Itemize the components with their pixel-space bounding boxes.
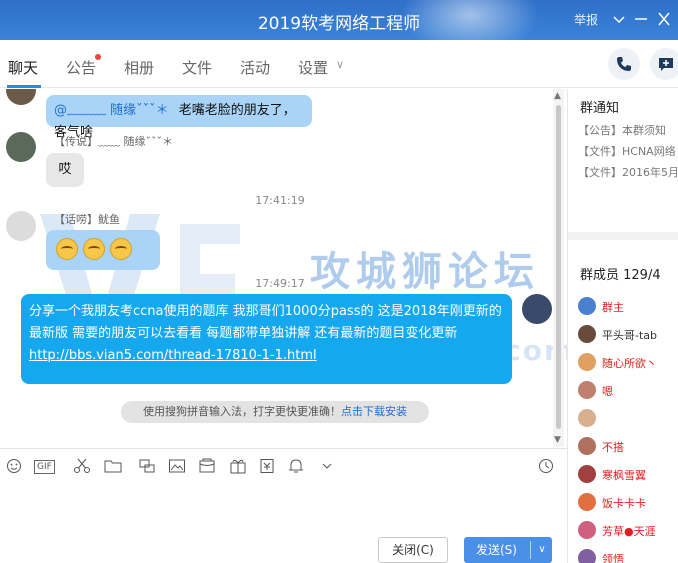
message-bubble: 分享一个我朋友考ccna使用的题库 我那哥们1000分pass的 这是2018年… bbox=[21, 294, 512, 384]
chat-area[interactable]: 攻城狮论坛 bbs.vlan5.com @﹏﹏﹏ 随缘ˇˇˇ＊ 老嘴老脸的朋友了… bbox=[0, 89, 567, 447]
red-packet-icon[interactable] bbox=[198, 458, 216, 479]
tab-album[interactable]: 相册 bbox=[124, 57, 154, 78]
crying-emoji-icon bbox=[56, 238, 78, 260]
history-clock-icon[interactable] bbox=[537, 458, 555, 479]
member-avatar bbox=[578, 465, 596, 483]
member-avatar bbox=[578, 521, 596, 539]
voucher-icon[interactable] bbox=[258, 458, 276, 479]
close-button[interactable]: 关闭(C) bbox=[378, 537, 448, 563]
chat-plus-icon bbox=[659, 58, 673, 71]
mention[interactable]: @﹏﹏﹏ 随缘ˇˇˇ＊ bbox=[54, 103, 169, 118]
active-tab-indicator bbox=[7, 85, 41, 88]
emoji-icon[interactable] bbox=[6, 458, 22, 479]
sender-name[interactable]: 【话唠】鱿鱼 bbox=[54, 211, 120, 227]
tab-chat[interactable]: 聊天 bbox=[8, 57, 38, 78]
member-avatar bbox=[578, 437, 596, 455]
message-text: 分享一个我朋友考ccna使用的题库 我那哥们1000分pass的 这是2018年… bbox=[29, 304, 502, 341]
member-name: 群主 bbox=[602, 301, 624, 314]
message-bubble: 哎 bbox=[46, 153, 84, 187]
member-avatar bbox=[578, 297, 596, 315]
tab-files[interactable]: 文件 bbox=[182, 57, 212, 78]
unread-dot bbox=[95, 54, 101, 60]
more-icon[interactable] bbox=[318, 458, 336, 479]
scroll-down-icon[interactable]: ▼ bbox=[554, 435, 561, 445]
member-name: 平头哥-tab bbox=[602, 329, 658, 342]
tab-activities[interactable]: 活动 bbox=[240, 57, 270, 78]
send-button-divider bbox=[530, 541, 531, 559]
folder-icon[interactable] bbox=[104, 458, 122, 479]
message-link[interactable]: http://bbs.vian5.com/thread-17810-1-1.ht… bbox=[29, 345, 504, 367]
member-avatar bbox=[578, 549, 596, 563]
title-bar: 2019软考网络工程师 举报 bbox=[0, 0, 678, 60]
member-avatar bbox=[578, 381, 596, 399]
notice-item[interactable]: 【公告】本群须知 bbox=[578, 122, 666, 138]
close-icon[interactable] bbox=[656, 9, 672, 34]
avatar[interactable] bbox=[6, 211, 36, 241]
member-avatar bbox=[578, 409, 596, 427]
group-side-panel: 群通知 【公告】本群须知 【文件】HCNA网络 【文件】2016年5月 群成员 … bbox=[567, 89, 678, 563]
group-members-title[interactable]: 群成员 129/4 bbox=[580, 264, 661, 283]
bell-icon[interactable] bbox=[287, 458, 305, 479]
member-name: 领悟 bbox=[602, 553, 624, 563]
chevron-down-icon[interactable] bbox=[612, 9, 626, 34]
ime-tip-text: 使用搜狗拼音输入法，打字更快更准确！ bbox=[143, 405, 341, 418]
avatar[interactable] bbox=[6, 89, 36, 105]
screen-share-icon[interactable] bbox=[138, 458, 156, 479]
member-name: 不搭 bbox=[602, 441, 624, 454]
member-avatar bbox=[578, 325, 596, 343]
crying-emoji-icon bbox=[83, 238, 105, 260]
timestamp: 17:49:17 bbox=[255, 277, 305, 290]
minimize-icon[interactable] bbox=[633, 9, 649, 34]
panel-divider bbox=[568, 232, 678, 240]
gift-icon[interactable] bbox=[229, 458, 247, 479]
ime-tip: 使用搜狗拼音输入法，打字更快更准确！点击下载安装 bbox=[121, 401, 429, 423]
scissors-icon[interactable] bbox=[73, 458, 91, 479]
settings-chevron-icon[interactable]: ∨ bbox=[336, 58, 344, 71]
tab-announcements[interactable]: 公告 bbox=[66, 57, 96, 78]
send-options-chevron-icon[interactable]: ∨ bbox=[534, 537, 550, 563]
member-avatar bbox=[578, 493, 596, 511]
chat-scrollbar-thumb[interactable] bbox=[556, 105, 561, 429]
phone-call-button[interactable] bbox=[608, 48, 640, 80]
send-button[interactable]: 发送(S) ∨ bbox=[464, 537, 552, 563]
message-bubble: @﹏﹏﹏ 随缘ˇˇˇ＊ 老嘴老脸的朋友了，客气啥 bbox=[46, 95, 312, 140]
member-avatar bbox=[578, 353, 596, 371]
notice-item[interactable]: 【文件】2016年5月 bbox=[578, 164, 678, 180]
input-toolbar: GIF bbox=[0, 448, 567, 484]
gif-icon[interactable]: GIF bbox=[34, 460, 55, 474]
member-name: 芳草●天涯 bbox=[602, 525, 656, 538]
tab-bar: 聊天 公告 相册 文件 活动 设置 ∨ bbox=[0, 40, 678, 88]
image-icon[interactable] bbox=[168, 458, 186, 479]
crying-emoji-icon bbox=[110, 238, 132, 260]
emoji-message-bubble bbox=[46, 230, 160, 270]
tab-settings[interactable]: 设置 bbox=[298, 57, 328, 78]
group-notice-title[interactable]: 群通知 bbox=[580, 97, 619, 116]
member-name: 随心所欲丶 bbox=[602, 357, 657, 370]
ime-download-link[interactable]: 点击下载安装 bbox=[341, 405, 407, 418]
member-name: 寒枫雪翼 bbox=[602, 469, 646, 482]
avatar[interactable] bbox=[6, 132, 36, 162]
member-name: 饭卡卡卡 bbox=[602, 497, 646, 510]
timestamp: 17:41:19 bbox=[255, 194, 305, 207]
scroll-up-icon[interactable]: ▲ bbox=[554, 91, 561, 101]
report-link[interactable]: 举报 bbox=[574, 11, 598, 28]
my-avatar[interactable] bbox=[522, 294, 552, 324]
member-name: 嗯 bbox=[602, 385, 613, 398]
phone-icon bbox=[617, 57, 631, 71]
sender-name[interactable]: 【传说】﹏﹏ 随缘ˇˇˇ＊ bbox=[54, 133, 173, 149]
send-button-label: 发送(S) bbox=[476, 543, 517, 557]
notice-item[interactable]: 【文件】HCNA网络 bbox=[578, 143, 676, 159]
add-app-button[interactable] bbox=[650, 48, 678, 80]
